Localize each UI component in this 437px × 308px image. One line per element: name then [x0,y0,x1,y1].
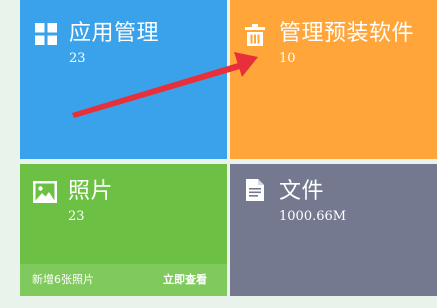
app-management-tile[interactable]: 应用管理 23 [20,0,227,159]
manage-preinstalled-software-tile[interactable]: 管理预装软件 10 [230,0,437,159]
files-tile[interactable]: 文件 1000.66M [230,164,437,296]
files-title: 文件 [279,179,325,204]
preinstalled-count: 10 [279,51,296,66]
app-count: 23 [69,51,86,66]
image-icon [33,181,57,203]
grid-icon [35,23,57,45]
photos-title: 照片 [68,179,114,204]
document-icon [246,179,264,201]
photos-footer: 新增6张照片 立即查看 [20,264,227,296]
view-now-link[interactable]: 立即查看 [163,273,207,287]
app-management-title: 应用管理 [69,21,160,46]
manage-preinstalled-title: 管理预装软件 [279,21,415,46]
photos-tile[interactable]: 照片 23 新增6张照片 立即查看 [20,164,227,296]
files-size: 1000.66M [279,209,347,224]
photos-count: 23 [68,209,85,224]
trash-icon [245,24,265,46]
new-photos-text: 新增6张照片 [32,273,94,286]
